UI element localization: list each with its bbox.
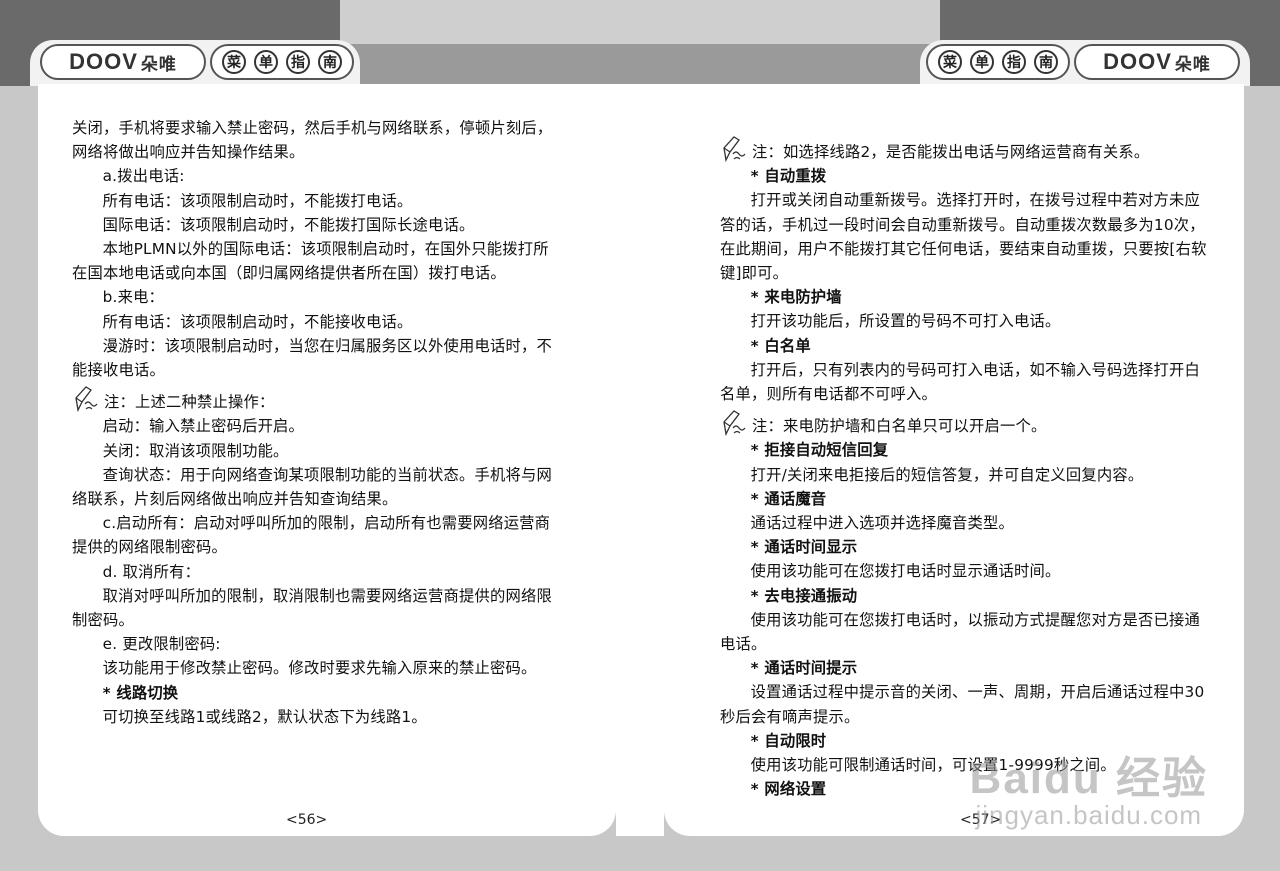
section-heading: * 去电接通振动 <box>750 586 858 605</box>
watermark-line2: jingyan.baidu.com <box>975 800 1203 830</box>
watermark-line1: Baidu 经验 <box>969 754 1208 803</box>
section-heading: * 通话魔音 <box>750 489 827 508</box>
paragraph: 国际电话：该项限制启动时，不能拨打国际长途电话。 <box>102 215 475 234</box>
guide-char: 南 <box>1034 50 1058 74</box>
paragraph: 打开或关闭自动重新拨号。选择打开时，在拨号过程中若对方未应答的话，手机过一段时间… <box>720 191 1207 283</box>
paragraph: 打开该功能后，所设置的号码不可打入电话。 <box>750 312 1061 331</box>
note: 注：如选择线路2，是否能拨出电话与网络运营商有关系。 <box>720 136 1210 164</box>
paragraph: 打开/关闭来电拒接后的短信答复，并可自定义回复内容。 <box>750 465 1144 484</box>
section-heading: * 白名单 <box>750 336 811 355</box>
paragraph: 所有电话：该项限制启动时，不能接收电话。 <box>102 312 413 331</box>
brand-cn-text: 朵唯 <box>1174 54 1211 74</box>
section-heading: * 通话时间显示 <box>750 538 858 557</box>
brand-cn-text: 朵唯 <box>140 54 177 74</box>
paragraph: 查询状态：用于向网络查询某项限制功能的当前状态。手机将与网络联系，片刻后网络做出… <box>72 465 553 509</box>
paragraph: 可切换至线路1或线路2，默认状态下为线路1。 <box>102 707 427 726</box>
paragraph: e. 更改限制密码: <box>102 635 221 654</box>
baidu-watermark: Baidu 经验 jingyan.baidu.com <box>970 742 1208 831</box>
note-text: 注：来电防护墙和白名单只可以开启一个。 <box>752 417 1047 436</box>
paragraph: 关闭，手机将要求输入禁止密码，然后手机与网络联系，停顿片刻后，网络将做出响应并告… <box>72 119 553 162</box>
paragraph: d. 取消所有： <box>102 562 201 581</box>
section-heading: * 自动重拨 <box>750 167 827 186</box>
right-brand-logo: DOOV 朵唯 <box>1074 44 1240 80</box>
left-brand-logo: DOOV 朵唯 <box>40 44 206 80</box>
note-text: 注：如选择线路2，是否能拨出电话与网络运营商有关系。 <box>752 143 1150 161</box>
paragraph: 取消对呼叫所加的限制，取消限制也需要网络运营商提供的网络限制密码。 <box>72 586 553 630</box>
brand-text: DOOV <box>69 49 138 74</box>
guide-char: 指 <box>286 50 310 74</box>
paragraph: 设置通话过程中提示音的关闭、一声、周期，开启后通话过程中30秒后会有嘀声提示。 <box>720 683 1205 726</box>
guide-char: 菜 <box>938 50 962 74</box>
note: 注：上述二种禁止操作： <box>72 386 562 414</box>
paragraph: b.来电： <box>102 288 165 307</box>
paragraph: 本地PLMN以外的国际电话：该项限制启动时，在国外只能拨打所在国本地电话或向本国… <box>72 240 549 283</box>
guide-char: 单 <box>970 50 994 74</box>
paragraph: 该功能用于修改禁止密码。修改时要求先输入原来的禁止密码。 <box>102 659 537 678</box>
guide-char: 指 <box>1002 50 1026 74</box>
paragraph: 使用该功能可在您拨打电话时显示通话时间。 <box>750 562 1061 581</box>
note: 注：来电防护墙和白名单只可以开启一个。 <box>720 410 1210 438</box>
paragraph: c.启动所有：启动对呼叫所加的限制，启动所有也需要网络运营商提供的网络限制密码。 <box>72 514 551 557</box>
paragraph: 通话过程中进入选项并选择魔音类型。 <box>750 514 1015 533</box>
note-text: 注：上述二种禁止操作： <box>104 393 275 412</box>
pen-note-icon <box>75 386 98 413</box>
pen-note-icon <box>723 410 746 437</box>
section-heading: * 拒接自动短信回复 <box>750 441 889 460</box>
paragraph: 所有电话：该项限制启动时，不能拨打电话。 <box>102 191 413 210</box>
guide-char: 菜 <box>222 50 246 74</box>
section-heading: * 通话时间提示 <box>750 659 858 678</box>
page-number: <56> <box>286 812 328 828</box>
paragraph: 漫游时：该项限制启动时，当您在归属服务区以外使用电话时，不能接收电话。 <box>72 336 553 380</box>
brand-text: DOOV <box>1103 49 1172 74</box>
paragraph: 使用该功能可在您拨打电话时，以振动方式提醒您对方是否已接通电话。 <box>720 610 1201 654</box>
header-band-center-light <box>340 0 940 44</box>
paragraph: 启动：输入禁止密码后开启。 <box>102 417 305 436</box>
pen-note-icon <box>723 136 746 163</box>
left-page-text: 关闭，手机将要求输入禁止密码，然后手机与网络联系，停顿片刻后，网络将做出响应并告… <box>72 116 562 729</box>
right-page-text: 注：如选择线路2，是否能拨出电话与网络运营商有关系。 * 自动重拨 打开或关闭自… <box>720 136 1210 801</box>
paragraph: 打开后，只有列表内的号码可打入电话，如不输入号码选择打开白名单，则所有电话都不可… <box>720 360 1201 404</box>
page-gutter <box>616 84 664 836</box>
right-menu-guide-title: 菜 单 指 南 <box>926 44 1070 80</box>
guide-char: 单 <box>254 50 278 74</box>
section-heading: * 线路切换 <box>102 683 179 702</box>
paragraph: a.拨出电话: <box>102 167 185 186</box>
paragraph: 关闭：取消该项限制功能。 <box>102 441 289 460</box>
section-heading: * 来电防护墙 <box>750 288 842 307</box>
left-menu-guide-title: 菜 单 指 南 <box>210 44 354 80</box>
guide-char: 南 <box>318 50 342 74</box>
